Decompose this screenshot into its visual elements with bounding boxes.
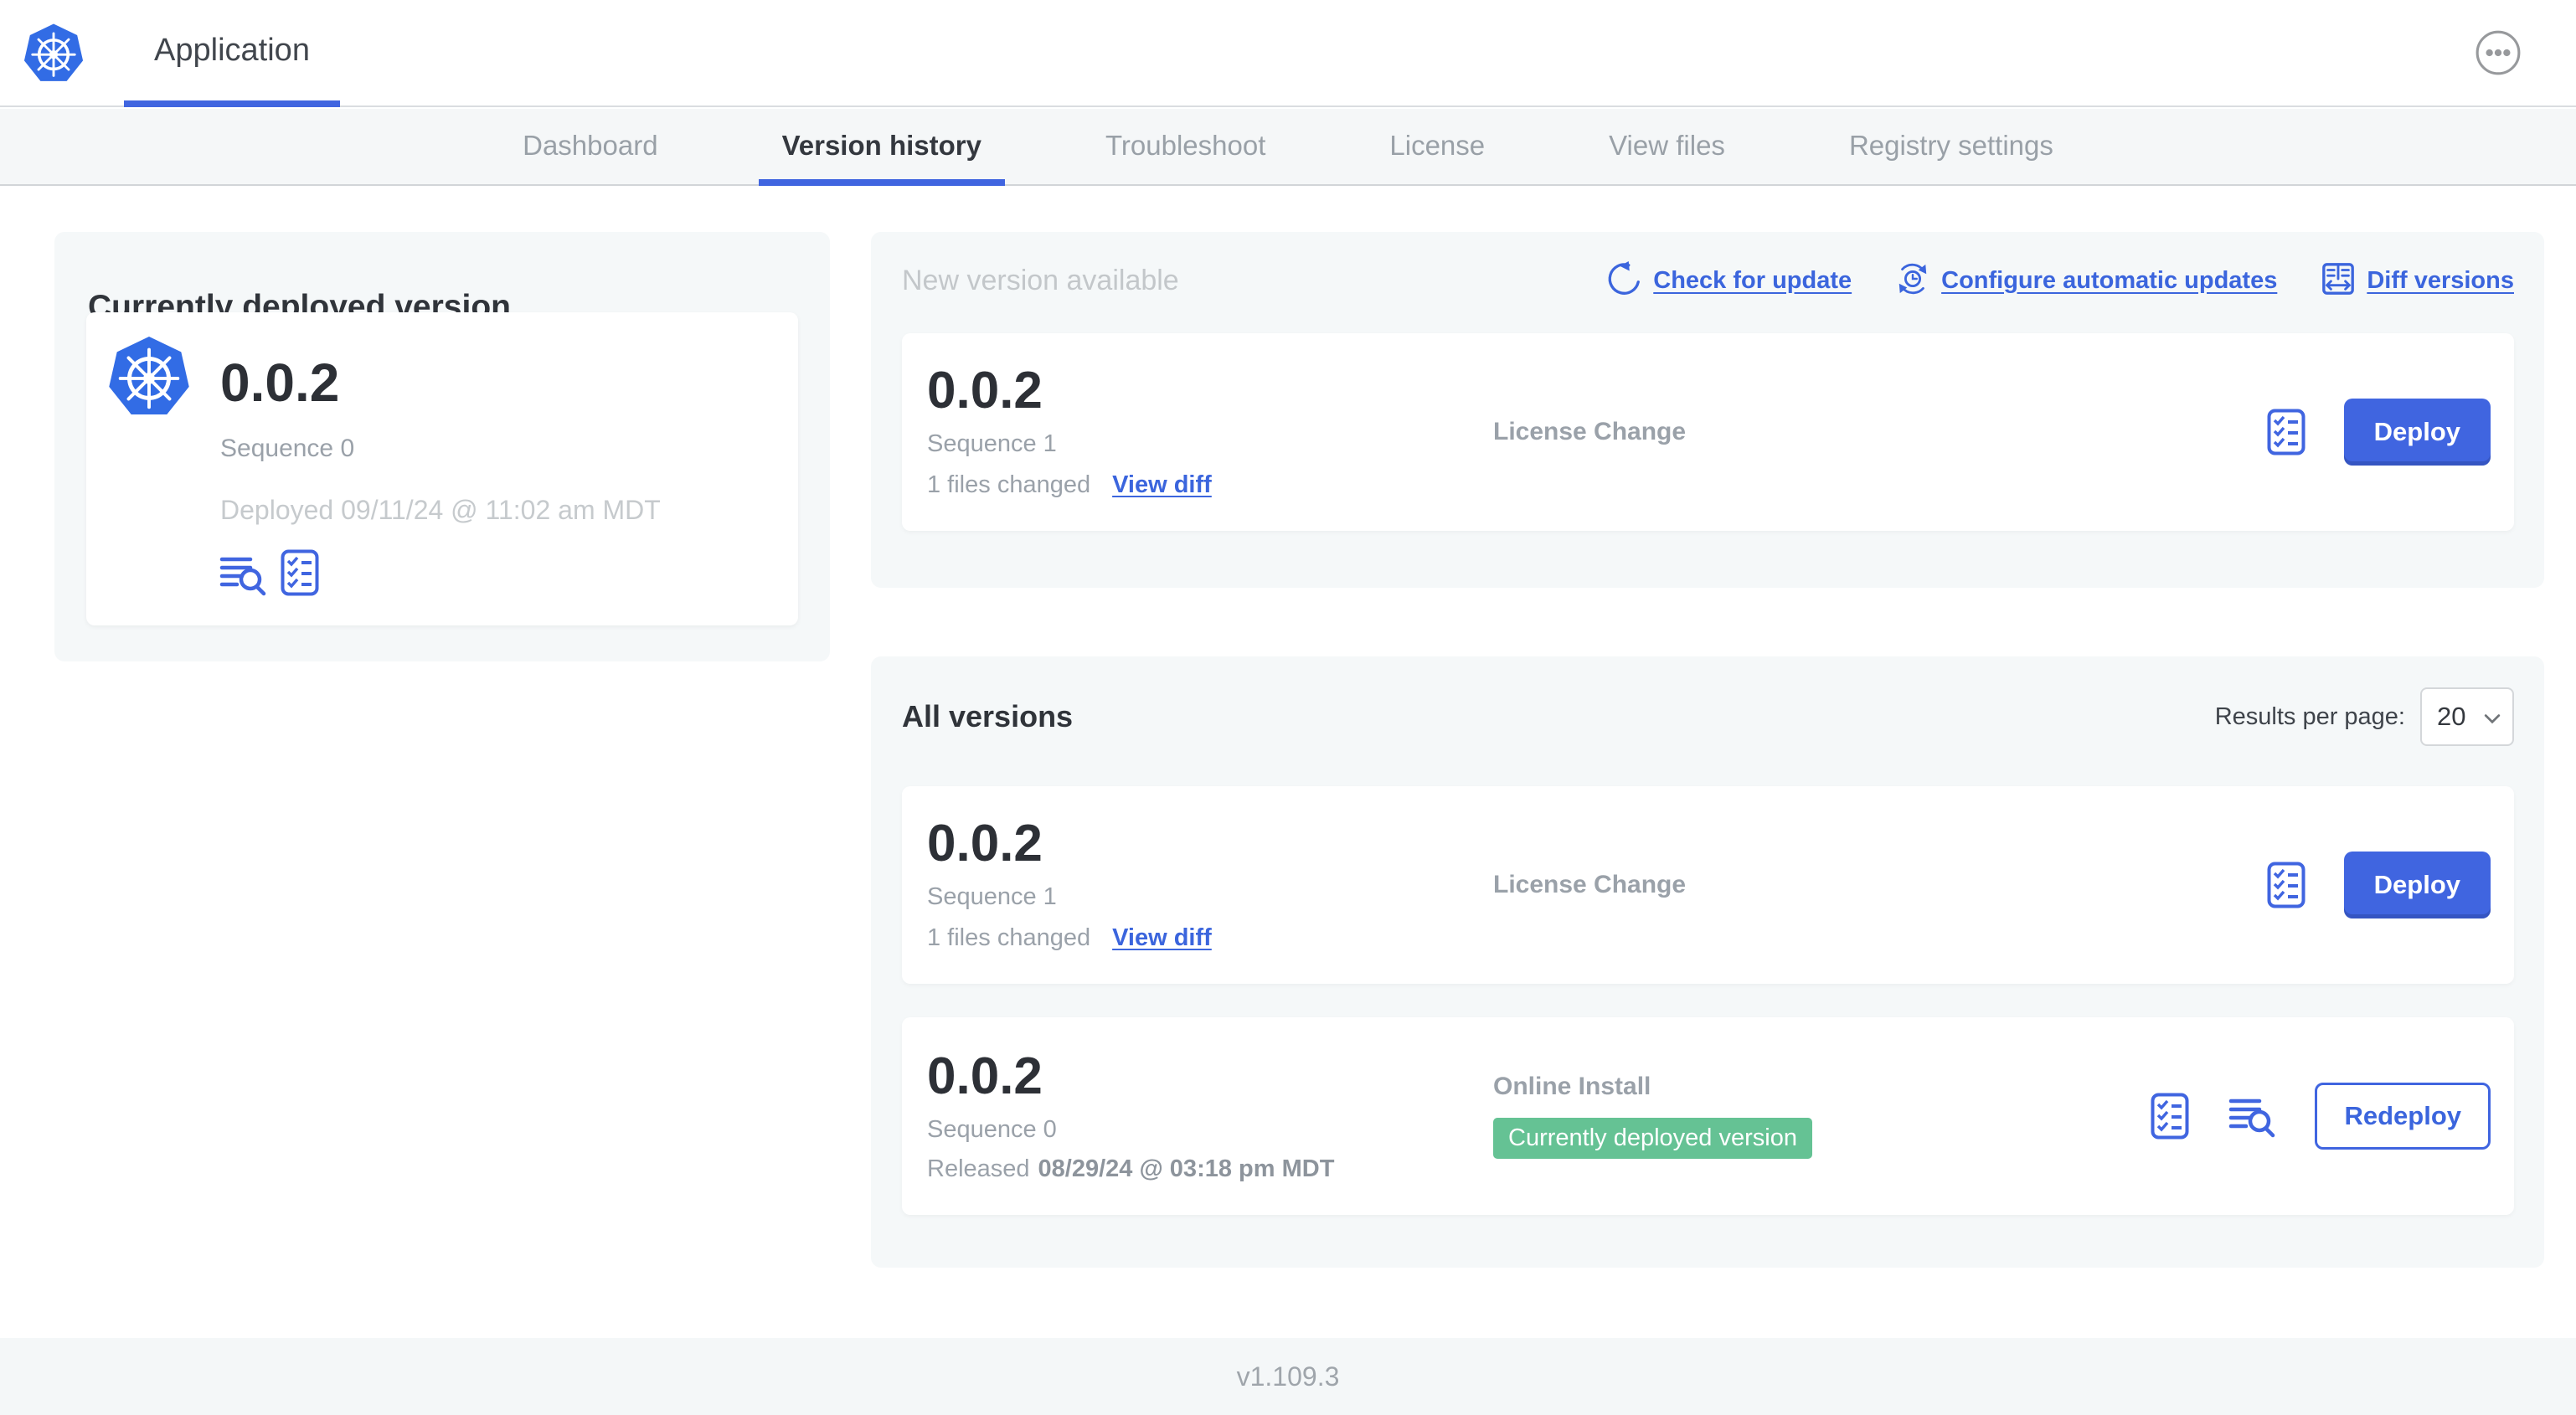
new-version-header: New version available Check for update C… <box>902 252 2514 309</box>
preflight-checks-button[interactable] <box>2151 1093 2189 1140</box>
preflight-checks-button[interactable] <box>2267 409 2306 455</box>
version-info: 0.0.2 Sequence 1 1 files changed View di… <box>927 365 1493 498</box>
deployed-version-number: 0.0.2 <box>220 352 340 413</box>
diff-icon <box>2321 261 2356 301</box>
tab-license[interactable]: License <box>1366 109 1508 184</box>
results-per-page: Results per page: 20 <box>2215 687 2514 746</box>
new-version-title: New version available <box>902 264 1179 296</box>
checklist-icon <box>2267 409 2306 458</box>
preflight-checks-button[interactable] <box>2267 862 2306 908</box>
console-version: v1.109.3 <box>1236 1361 1340 1392</box>
more-options-button[interactable] <box>2474 28 2522 77</box>
files-changed-label: 1 files changed <box>927 924 1091 951</box>
preflight-checks-button[interactable] <box>281 549 319 596</box>
refresh-icon <box>1607 260 1642 301</box>
deployed-sequence: Sequence 0 <box>220 435 355 462</box>
tab-registry-settings[interactable]: Registry settings <box>1826 109 2077 184</box>
currently-deployed-badge: Currently deployed version <box>1493 1117 1812 1159</box>
new-version-row: 0.0.2 Sequence 1 1 files changed View di… <box>902 333 2514 531</box>
redeploy-button[interactable]: Redeploy <box>2315 1083 2491 1150</box>
source-label: Online Install <box>1493 1072 1651 1100</box>
currently-deployed-panel: Currently deployed version 0.0.2 Sequenc… <box>54 232 830 661</box>
subnav-tabs: Dashboard Version history Troubleshoot L… <box>0 109 2576 186</box>
tab-view-files[interactable]: View files <box>1585 109 1749 184</box>
version-row-actions: Redeploy <box>2151 1083 2491 1150</box>
ellipsis-icon <box>2474 30 2522 80</box>
version-source: License Change <box>1493 872 2267 898</box>
app-header: Application <box>0 0 2576 107</box>
version-number: 0.0.2 <box>927 362 1043 420</box>
tab-dashboard[interactable]: Dashboard <box>499 109 681 184</box>
tab-version-history[interactable]: Version history <box>758 109 1006 186</box>
version-info: 0.0.2 Sequence 0 Released 08/29/24 @ 03:1… <box>927 1047 1493 1182</box>
version-source: Online Install Currently deployed versio… <box>1493 1072 2151 1159</box>
checklist-icon <box>2151 1093 2189 1142</box>
files-changed-label: 1 files changed <box>927 471 1091 498</box>
kots-admin-version-history-page: Application Dashboard Version history Tr… <box>0 0 2576 1415</box>
results-per-page-label: Results per page: <box>2214 702 2405 730</box>
check-for-update-link[interactable]: Check for update <box>1607 260 1852 301</box>
deployed-card-actions <box>219 549 319 596</box>
diff-versions-link[interactable]: Diff versions <box>2321 261 2514 301</box>
version-sequence: Sequence 1 <box>927 883 1057 911</box>
checklist-icon <box>281 549 319 599</box>
version-source: License Change <box>1493 419 2267 445</box>
version-row-actions: Deploy <box>2267 852 2491 918</box>
version-sequence: Sequence 1 <box>927 430 1057 458</box>
source-label: License Change <box>1493 871 1687 898</box>
released-timestamp: Released 08/29/24 @ 03:18 pm MDT <box>927 1155 1335 1182</box>
view-diff-link[interactable]: View diff <box>1112 924 1212 952</box>
version-number: 0.0.2 <box>927 815 1043 873</box>
tab-troubleshoot[interactable]: Troubleshoot <box>1082 109 1289 184</box>
app-tab-application[interactable]: Application <box>124 0 340 107</box>
version-sequence: Sequence 0 <box>927 1115 1057 1143</box>
logs-icon <box>219 557 267 599</box>
deployed-timestamp: Deployed 09/11/24 @ 11:02 am MDT <box>220 495 661 525</box>
checklist-icon <box>2267 862 2306 911</box>
all-versions-header: All versions Results per page: 20 <box>902 685 2514 749</box>
update-actions: Check for update Configure automatic upd… <box>1607 260 2514 301</box>
view-logs-button[interactable] <box>219 553 267 596</box>
app-footer: v1.109.3 <box>0 1338 2576 1415</box>
app-title: Application <box>154 32 310 68</box>
version-row-actions: Deploy <box>2267 399 2491 466</box>
view-diff-link[interactable]: View diff <box>1112 471 1212 499</box>
deploy-button[interactable]: Deploy <box>2343 852 2491 918</box>
logs-icon <box>2228 1099 2276 1140</box>
version-row-sequence-1: 0.0.2 Sequence 1 1 files changed View di… <box>902 786 2514 984</box>
all-versions-panel: All versions Results per page: 20 0.0.2 … <box>871 656 2544 1268</box>
configure-automatic-updates-link[interactable]: Configure automatic updates <box>1895 261 2277 301</box>
results-per-page-value: 20 <box>2437 702 2466 731</box>
version-row-sequence-0: 0.0.2 Sequence 0 Released 08/29/24 @ 03:1… <box>902 1017 2514 1215</box>
chevron-down-icon <box>2484 702 2501 732</box>
version-number: 0.0.2 <box>927 1047 1043 1105</box>
kubernetes-logo-icon <box>23 22 84 84</box>
source-label: License Change <box>1493 418 1687 445</box>
all-versions-title: All versions <box>902 699 1074 733</box>
results-per-page-select[interactable]: 20 <box>2420 687 2514 746</box>
kubernetes-app-icon <box>108 334 190 418</box>
new-version-panel: New version available Check for update C… <box>871 232 2544 588</box>
view-logs-button[interactable] <box>2228 1094 2276 1138</box>
schedule-update-icon <box>1895 261 1930 301</box>
deploy-button[interactable]: Deploy <box>2343 399 2491 466</box>
currently-deployed-card: 0.0.2 Sequence 0 Deployed 09/11/24 @ 11:… <box>86 312 798 625</box>
version-info: 0.0.2 Sequence 1 1 files changed View di… <box>927 818 1493 951</box>
